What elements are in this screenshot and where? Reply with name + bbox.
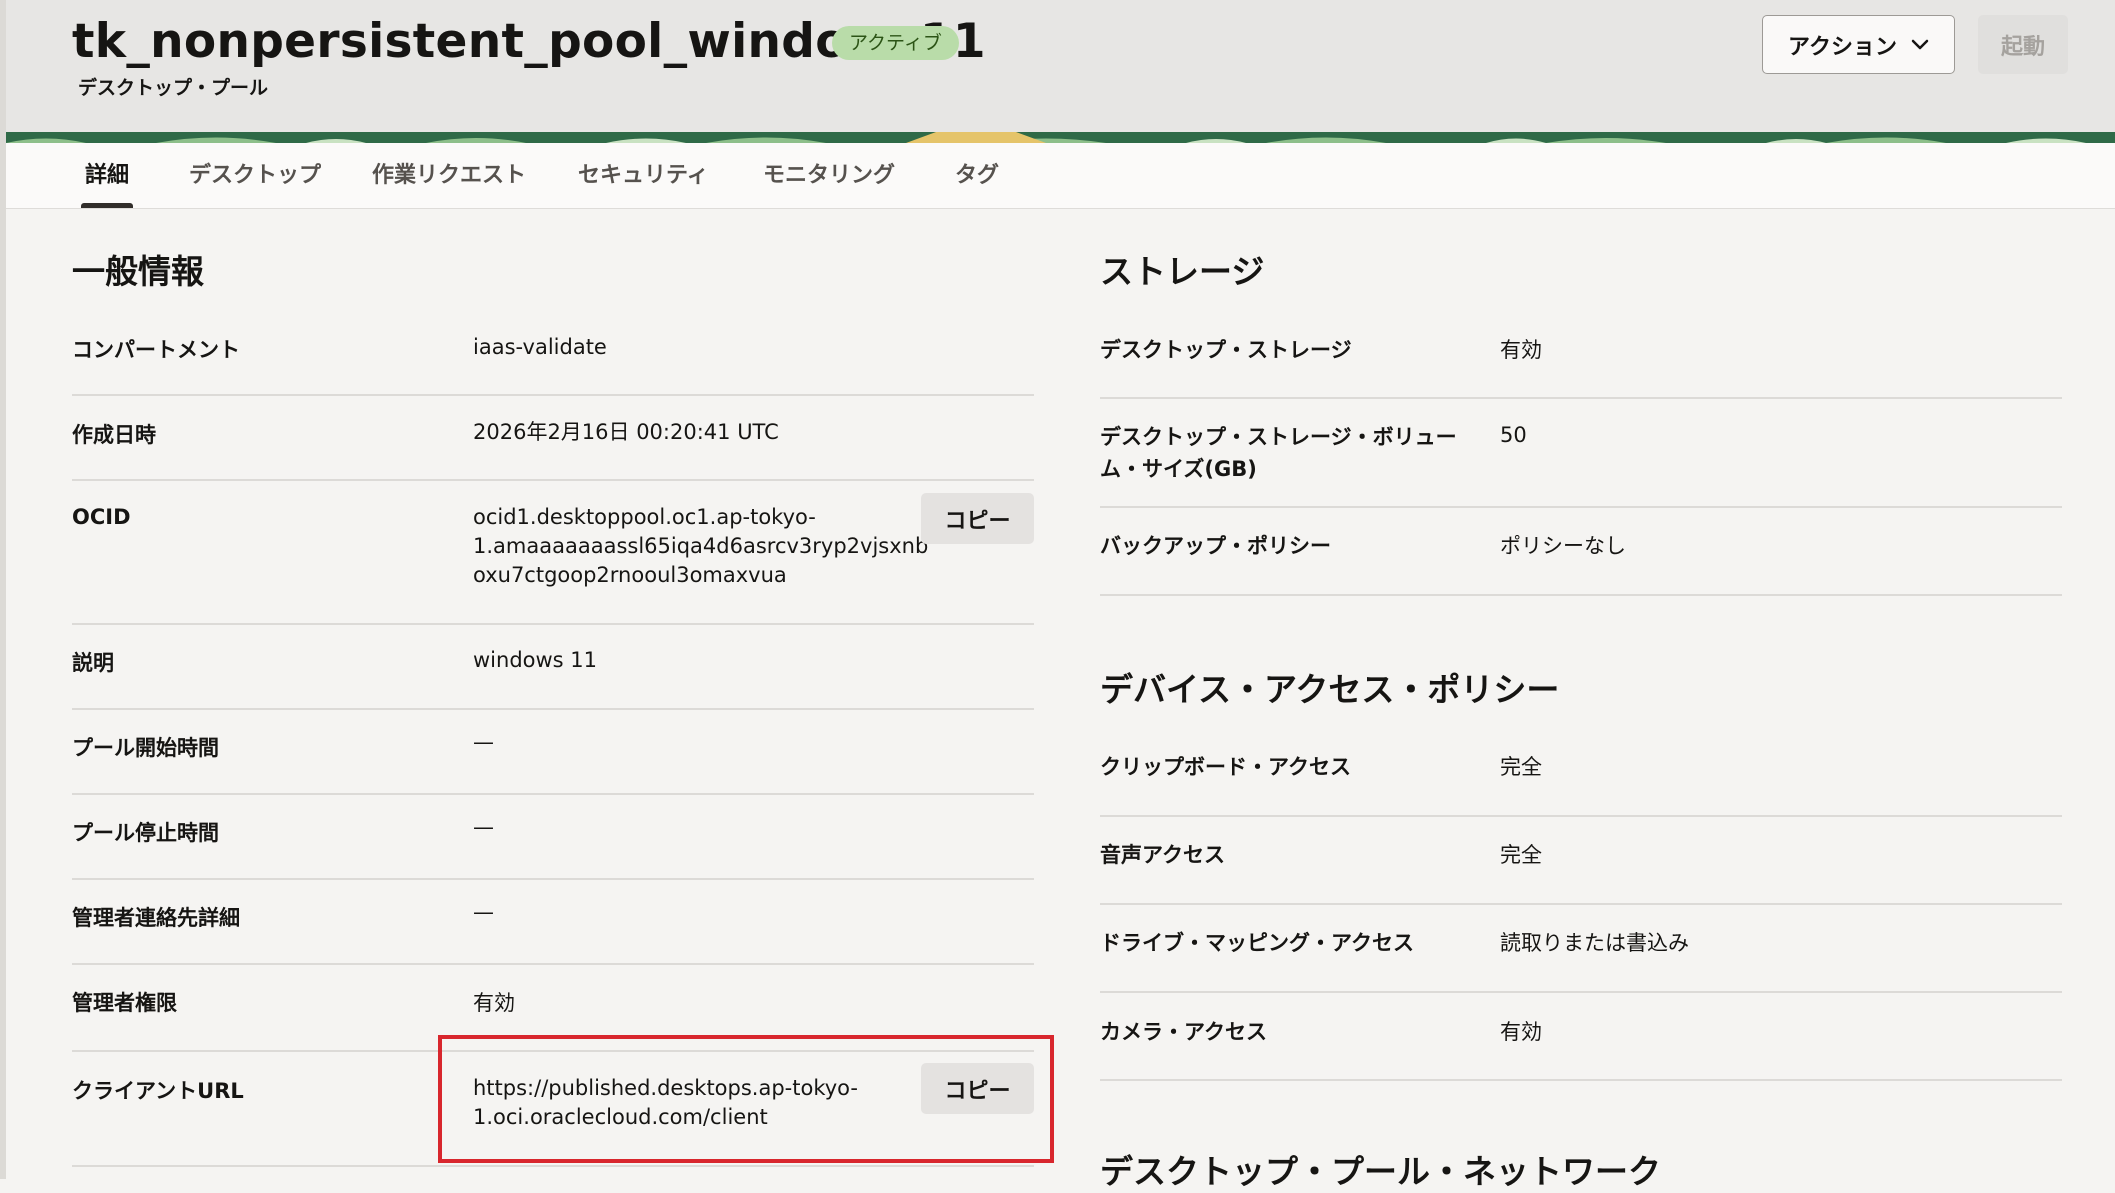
desktop-storage-value: 有効 bbox=[1500, 338, 1542, 362]
storage-volume-size-label-line-1: デスクトップ・ストレージ・ボリュー bbox=[1100, 425, 1457, 449]
backup-policy-value: ポリシーなし bbox=[1500, 534, 1626, 558]
divider bbox=[1100, 903, 2062, 905]
status-badge: アクティブ bbox=[832, 26, 959, 60]
tab-desktops[interactable]: デスクトップ bbox=[189, 143, 321, 208]
pool-start-time-value: — bbox=[473, 730, 494, 754]
pool-stop-time-value: — bbox=[473, 815, 494, 839]
clipboard-access-value: 完全 bbox=[1500, 755, 1542, 779]
divider bbox=[1100, 1079, 2062, 1081]
client-url-label: クライアントURL bbox=[72, 1079, 244, 1103]
divider bbox=[72, 708, 1034, 710]
resource-type-label: デスクトップ・プール bbox=[78, 77, 269, 99]
description-value: windows 11 bbox=[473, 648, 598, 672]
tab-tags[interactable]: タグ bbox=[955, 143, 999, 208]
divider bbox=[72, 394, 1034, 396]
drive-mapping-access-value: 読取りまたは書込み bbox=[1500, 931, 1689, 955]
admin-privileges-value: 有効 bbox=[473, 991, 515, 1015]
actions-label: アクション bbox=[1788, 34, 1897, 60]
divider bbox=[1100, 506, 2062, 508]
tab-work-requests[interactable]: 作業リクエスト bbox=[372, 143, 526, 208]
divider bbox=[72, 878, 1034, 880]
divider bbox=[72, 1165, 1034, 1167]
drive-mapping-access-label: ドライブ・マッピング・アクセス bbox=[1100, 931, 1414, 955]
compartment-label: コンパートメント bbox=[72, 338, 240, 362]
pool-start-time-label: プール開始時間 bbox=[72, 736, 219, 760]
created-label: 作成日時 bbox=[72, 423, 156, 447]
backup-policy-label: バックアップ・ポリシー bbox=[1100, 534, 1331, 558]
divider bbox=[72, 793, 1034, 795]
admin-contact-value: — bbox=[473, 900, 494, 924]
storage-volume-size-value: 50 bbox=[1500, 423, 1527, 447]
divider bbox=[72, 479, 1034, 481]
ocid-label: OCID bbox=[72, 505, 131, 529]
clipboard-access-label: クリップボード・アクセス bbox=[1100, 755, 1351, 779]
audio-access-value: 完全 bbox=[1500, 843, 1542, 867]
tab-security[interactable]: セキュリティ bbox=[578, 143, 709, 208]
admin-contact-label: 管理者連絡先詳細 bbox=[72, 906, 240, 930]
admin-privileges-label: 管理者権限 bbox=[72, 991, 177, 1015]
pool-stop-time-label: プール停止時間 bbox=[72, 821, 219, 845]
ocid-value-line-2: 1.amaaaaaaassl65iqa4d6asrcv3ryp2vjsxnb bbox=[473, 534, 929, 558]
created-value: 2026年2月16日 00:20:41 UTC bbox=[473, 420, 779, 444]
tab-bar: 詳細 デスクトップ 作業リクエスト セキュリティ モニタリング タグ bbox=[6, 143, 2115, 209]
description-label: 説明 bbox=[72, 651, 114, 675]
network-heading: デスクトップ・プール・ネットワーク bbox=[1100, 1152, 1661, 1191]
divider bbox=[72, 623, 1034, 625]
device-access-heading: デバイス・アクセス・ポリシー bbox=[1100, 670, 1560, 709]
tab-monitoring[interactable]: モニタリング bbox=[763, 143, 895, 208]
start-button[interactable]: 起動 bbox=[1978, 15, 2068, 74]
tab-details[interactable]: 詳細 bbox=[80, 143, 134, 208]
camera-access-value: 有効 bbox=[1500, 1020, 1542, 1044]
ocid-value-line-1: ocid1.desktoppool.oc1.ap-tokyo- bbox=[473, 505, 816, 529]
ocid-value-line-3: oxu7ctgoop2rnooul3omaxvua bbox=[473, 563, 787, 587]
desktop-storage-label: デスクトップ・ストレージ bbox=[1100, 338, 1352, 362]
compartment-value: iaas-validate bbox=[473, 335, 607, 359]
divider bbox=[72, 963, 1034, 965]
camera-access-label: カメラ・アクセス bbox=[1100, 1020, 1267, 1044]
audio-access-label: 音声アクセス bbox=[1100, 843, 1225, 867]
client-url-highlight bbox=[438, 1035, 1054, 1163]
storage-heading: ストレージ bbox=[1100, 252, 1265, 291]
page-header: tk_nonpersistent_pool_windows11 アクティブ デス… bbox=[6, 0, 2115, 132]
divider bbox=[1100, 397, 2062, 399]
divider bbox=[1100, 594, 2062, 596]
storage-volume-size-label-line-2: ム・サイズ(GB) bbox=[1100, 457, 1257, 481]
actions-menu-button[interactable]: アクション bbox=[1762, 15, 1955, 74]
copy-ocid-button[interactable]: コピー bbox=[921, 493, 1034, 544]
divider bbox=[1100, 991, 2062, 993]
chevron-down-icon bbox=[1911, 39, 1929, 49]
general-info-heading: 一般情報 bbox=[72, 252, 204, 291]
divider bbox=[1100, 815, 2062, 817]
decorative-banner bbox=[6, 132, 2115, 143]
